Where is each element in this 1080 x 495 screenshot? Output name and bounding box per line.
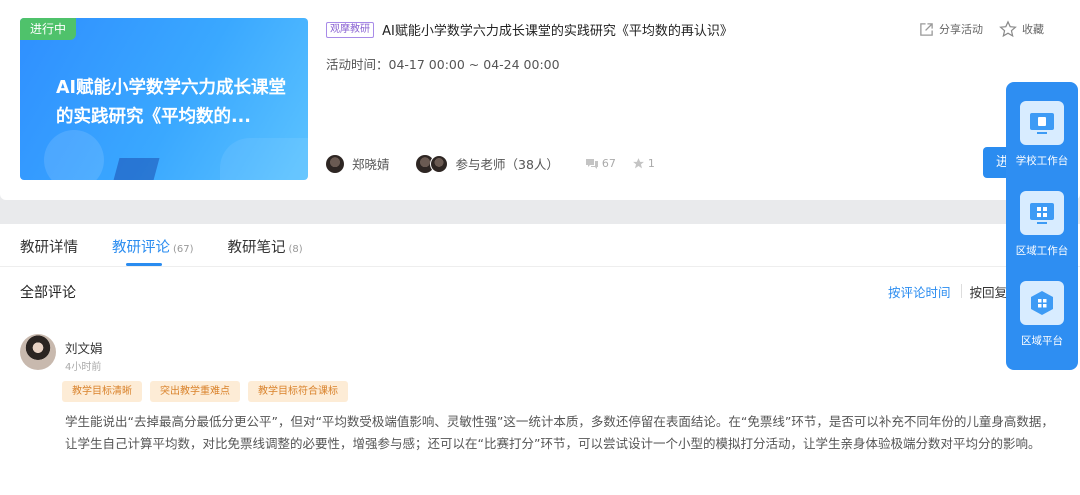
- divider: [0, 266, 1080, 267]
- star-outline-icon: [999, 20, 1017, 38]
- activity-card: 进行中 AI赋能小学数学六力成长课堂的实践研究《平均数的... 观摩教研 AI赋…: [0, 0, 1080, 200]
- comment-icon: [585, 158, 598, 169]
- tab-label: 教研评论: [112, 240, 170, 256]
- region-workbench-label: 区域工作台: [1015, 245, 1069, 257]
- activity-heading: 观摩教研 AI赋能小学数学六力成长课堂的实践研究《平均数的再认识》: [326, 20, 733, 39]
- likes-stat: 1: [632, 157, 655, 170]
- cover-title: AI赋能小学数学六力成长课堂的实践研究《平均数的...: [56, 78, 287, 127]
- floating-sidebar: 学校工作台 区域工作台 区域平台: [1006, 82, 1078, 370]
- sort-by-reply-button[interactable]: 按回复: [970, 282, 1008, 301]
- tab-label: 教研详情: [20, 240, 78, 256]
- activity-actions: 分享活动 收藏: [903, 20, 1044, 38]
- comment-tag: 教学目标清晰: [62, 381, 142, 402]
- comment-author[interactable]: 刘文娟: [65, 338, 103, 357]
- tab-count: (67): [173, 244, 194, 255]
- cover-decoration: [220, 138, 308, 180]
- divider: [960, 284, 962, 298]
- region-workbench-button[interactable]: 区域工作台: [1006, 191, 1078, 258]
- star-icon: [633, 158, 644, 169]
- activity-people: 郑晓婧 参与老师（38人） 67 1: [326, 154, 655, 173]
- comment-body: 学生能说出“去掉最高分最低分更公平”，但对“平均数受极端值影响、灵敏性强”这一统…: [65, 414, 1054, 451]
- region-workbench-icon: [1020, 191, 1064, 235]
- participant-avatars: [415, 154, 448, 173]
- cover-decoration: [44, 130, 104, 180]
- favorite-button[interactable]: 收藏: [999, 20, 1044, 38]
- activity-title: AI赋能小学数学六力成长课堂的实践研究《平均数的再认识》: [382, 24, 733, 39]
- comment-tags: 教学目标清晰 突出教学重难点 教学目标符合课标: [62, 381, 356, 402]
- share-icon: [920, 22, 933, 36]
- comments-stat: 67: [585, 157, 616, 170]
- avatar: [429, 154, 448, 173]
- tab-notes[interactable]: 教研笔记 (8): [228, 224, 303, 266]
- region-platform-label: 区域平台: [1021, 335, 1063, 347]
- status-badge: 进行中: [20, 18, 77, 40]
- host-name[interactable]: 郑晓婧: [352, 154, 390, 173]
- section-title: 全部评论: [20, 285, 76, 301]
- sort-by-time-button[interactable]: 按评论时间: [888, 282, 951, 301]
- tab-bar: 教研详情 教研评论 (67) 教研笔记 (8): [20, 224, 337, 266]
- main-content: 教研详情 教研评论 (67) 教研笔记 (8) 全部评论 按评论时间 按回复 刘文娟…: [0, 224, 1080, 495]
- comment-time: 4小时前: [65, 362, 102, 373]
- school-workbench-button[interactable]: 学校工作台: [1006, 101, 1078, 168]
- tab-label: 教研笔记: [227, 240, 286, 256]
- region-platform-button[interactable]: 区域平台: [1006, 281, 1078, 348]
- school-workbench-icon: [1020, 101, 1064, 145]
- comment-tag: 突出教学重难点: [150, 381, 240, 402]
- participants-link[interactable]: 参与老师（38人）: [456, 154, 559, 173]
- host-avatar: [326, 154, 344, 173]
- tab-comments[interactable]: 教研评论 (67): [112, 224, 194, 266]
- comment-tag: 教学目标符合课标: [248, 381, 348, 402]
- share-label: 分享活动: [939, 23, 983, 36]
- avatar[interactable]: [20, 334, 56, 370]
- comments-count: 67: [601, 157, 616, 170]
- sort-options: 按评论时间 按回复: [888, 282, 1007, 301]
- share-button[interactable]: 分享活动: [919, 21, 983, 37]
- region-platform-icon: [1020, 281, 1064, 325]
- tab-count: (8): [288, 244, 303, 255]
- school-workbench-label: 学校工作台: [1015, 155, 1069, 167]
- activity-time: 活动时间：04-17 00:00 ~ 04-24 00:00: [326, 57, 560, 72]
- cover-decoration: [112, 158, 160, 180]
- likes-count: 1: [647, 157, 655, 170]
- activity-cover[interactable]: 进行中 AI赋能小学数学六力成长课堂的实践研究《平均数的...: [20, 18, 308, 180]
- tab-details[interactable]: 教研详情: [20, 224, 78, 266]
- activity-type-tag: 观摩教研: [326, 21, 374, 38]
- favorite-label: 收藏: [1022, 23, 1044, 36]
